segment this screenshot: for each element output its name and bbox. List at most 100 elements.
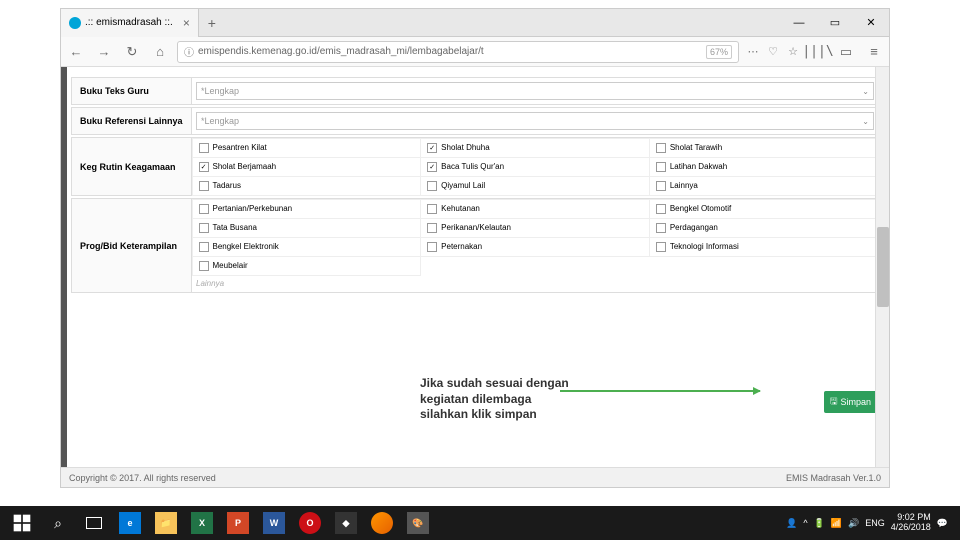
checkbox-label: Teknologi Informasi [670,242,739,251]
scrollbar[interactable] [875,67,889,467]
wifi-icon[interactable]: 📶 [831,518,842,529]
maximize-button[interactable]: ▭ [817,9,853,37]
system-tray: 👤 ^ 🔋 📶 🔊 ENG 9:02 PM 4/26/2018 💬 [786,513,956,533]
checkbox-option[interactable]: Baca Tulis Qur'an [420,157,650,177]
powerpoint-icon[interactable]: P [221,509,255,537]
checkbox-icon [199,223,209,233]
checkbox-icon [427,204,437,214]
checkbox-icon [656,223,666,233]
app-icon[interactable]: ◆ [329,509,363,537]
page-footer: Copyright © 2017. All rights reserved EM… [61,467,889,487]
start-button[interactable] [5,509,39,537]
back-button[interactable]: ← [65,41,87,63]
browser-tab[interactable]: .:: emismadrasah ::. × [61,9,199,37]
battery-icon[interactable]: 🔋 [814,518,825,529]
chevron-down-icon: ⌄ [862,117,869,126]
minimize-button[interactable]: — [781,9,817,37]
save-button[interactable]: 🖫 Simpan [824,391,877,413]
checkbox-option[interactable]: Qiyamul Lail [420,176,650,196]
checkbox-option[interactable]: Latihan Dakwah [649,157,879,177]
search-button[interactable]: ⌕ [41,509,75,537]
notifications-icon[interactable]: 💬 [937,518,948,529]
checkbox-option[interactable]: Tata Busana [192,218,422,238]
volume-icon[interactable]: 🔊 [848,518,859,529]
annotation-arrow [560,390,760,392]
checkbox-option[interactable]: Bengkel Elektronik [192,237,422,257]
favicon-icon [69,17,81,29]
row-keg-rutin: Keg Rutin Keagamaan Pesantren KilatShola… [71,137,879,196]
language-indicator[interactable]: ENG [865,518,885,528]
more-icon[interactable]: ⋯ [745,44,761,60]
checkbox-option[interactable]: Sholat Dhuha [420,138,650,158]
word-icon[interactable]: W [257,509,291,537]
forward-button[interactable]: → [93,41,115,63]
checkbox-option[interactable]: Lainnya [649,176,879,196]
select-buku-referensi[interactable]: *Lengkap⌄ [196,112,874,130]
checkbox-option[interactable]: Bengkel Otomotif [649,199,879,219]
checkbox-option[interactable]: Pertanian/Perkebunan [192,199,422,219]
checkbox-label: Tadarus [213,181,241,190]
firefox-icon[interactable] [365,509,399,537]
checkbox-option[interactable]: Sholat Tarawih [649,138,879,158]
opera-icon[interactable]: O [293,509,327,537]
checkbox-option[interactable]: Perikanan/Kelautan [420,218,650,238]
checkbox-icon [427,162,437,172]
title-bar: .:: emismadrasah ::. × + — ▭ ✕ [61,9,889,37]
select-buku-teks-guru[interactable]: *Lengkap⌄ [196,82,874,100]
edge-icon[interactable]: e [113,509,147,537]
checkbox-icon [656,143,666,153]
checkbox-option[interactable]: Tadarus [192,176,422,196]
checkbox-label: Tata Busana [213,223,257,232]
zoom-level[interactable]: 67% [706,45,732,59]
checkbox-label: Sholat Berjamaah [213,162,277,171]
scrollbar-thumb[interactable] [877,227,889,307]
checkbox-option[interactable]: Pesantren Kilat [192,138,422,158]
info-icon: ⓘ [184,44,194,59]
checkbox-label: Qiyamul Lail [441,181,485,190]
checkbox-icon [656,242,666,252]
checkbox-option[interactable]: Sholat Berjamaah [192,157,422,177]
clock[interactable]: 9:02 PM 4/26/2018 [891,513,931,533]
checkbox-label: Bengkel Otomotif [670,204,731,213]
row-prog-bid: Prog/Bid Keterampilan Pertanian/Perkebun… [71,198,879,293]
checkbox-label: Baca Tulis Qur'an [441,162,504,171]
checkbox-icon [427,143,437,153]
lainnya-input[interactable]: Lainnya [192,275,878,292]
checkbox-option[interactable]: Perdagangan [649,218,879,238]
explorer-icon[interactable]: 📁 [149,509,183,537]
tray-chevron-icon[interactable]: ^ [803,518,807,528]
annotation-text: Jika sudah sesuai dengan kegiatan dilemb… [420,376,580,423]
checkbox-icon [427,181,437,191]
reload-button[interactable]: ↻ [121,41,143,63]
checkbox-label: Latihan Dakwah [670,162,727,171]
url-bar: ← → ↻ ⌂ ⓘ emispendis.kemenag.go.id/emis_… [61,37,889,67]
label-keg-rutin: Keg Rutin Keagamaan [72,138,192,195]
checkbox-label: Kehutanan [441,204,480,213]
close-icon[interactable]: × [183,16,190,30]
taskview-button[interactable] [77,509,111,537]
close-window-button[interactable]: ✕ [853,9,889,37]
home-button[interactable]: ⌂ [149,41,171,63]
taskbar: ⌕ e 📁 X P W O ◆ 🎨 👤 ^ 🔋 📶 🔊 ENG 9:02 PM … [0,506,960,540]
menu-button[interactable]: ≡ [863,41,885,63]
sidebar-icon[interactable]: ▭ [835,41,857,63]
checkbox-icon [199,204,209,214]
library-icon[interactable]: |||\ [807,41,829,63]
checkbox-option[interactable]: Kehutanan [420,199,650,219]
shield-icon[interactable]: ♡ [765,44,781,60]
new-tab-button[interactable]: + [199,9,225,37]
excel-icon[interactable]: X [185,509,219,537]
checkbox-option[interactable]: Peternakan [420,237,650,257]
checkbox-option[interactable]: Teknologi Informasi [649,237,879,257]
checkbox-option[interactable]: Meubelair [192,256,422,276]
label-prog-bid: Prog/Bid Keterampilan [72,199,192,292]
page-sidebar [61,67,67,467]
label-buku-referensi: Buku Referensi Lainnya [72,108,192,134]
checkbox-icon [656,162,666,172]
checkbox-icon [199,162,209,172]
url-input[interactable]: ⓘ emispendis.kemenag.go.id/emis_madrasah… [177,41,739,63]
paint-icon[interactable]: 🎨 [401,509,435,537]
star-icon[interactable]: ☆ [785,44,801,60]
people-icon[interactable]: 👤 [786,518,797,529]
save-icon: 🖫 [830,394,838,410]
